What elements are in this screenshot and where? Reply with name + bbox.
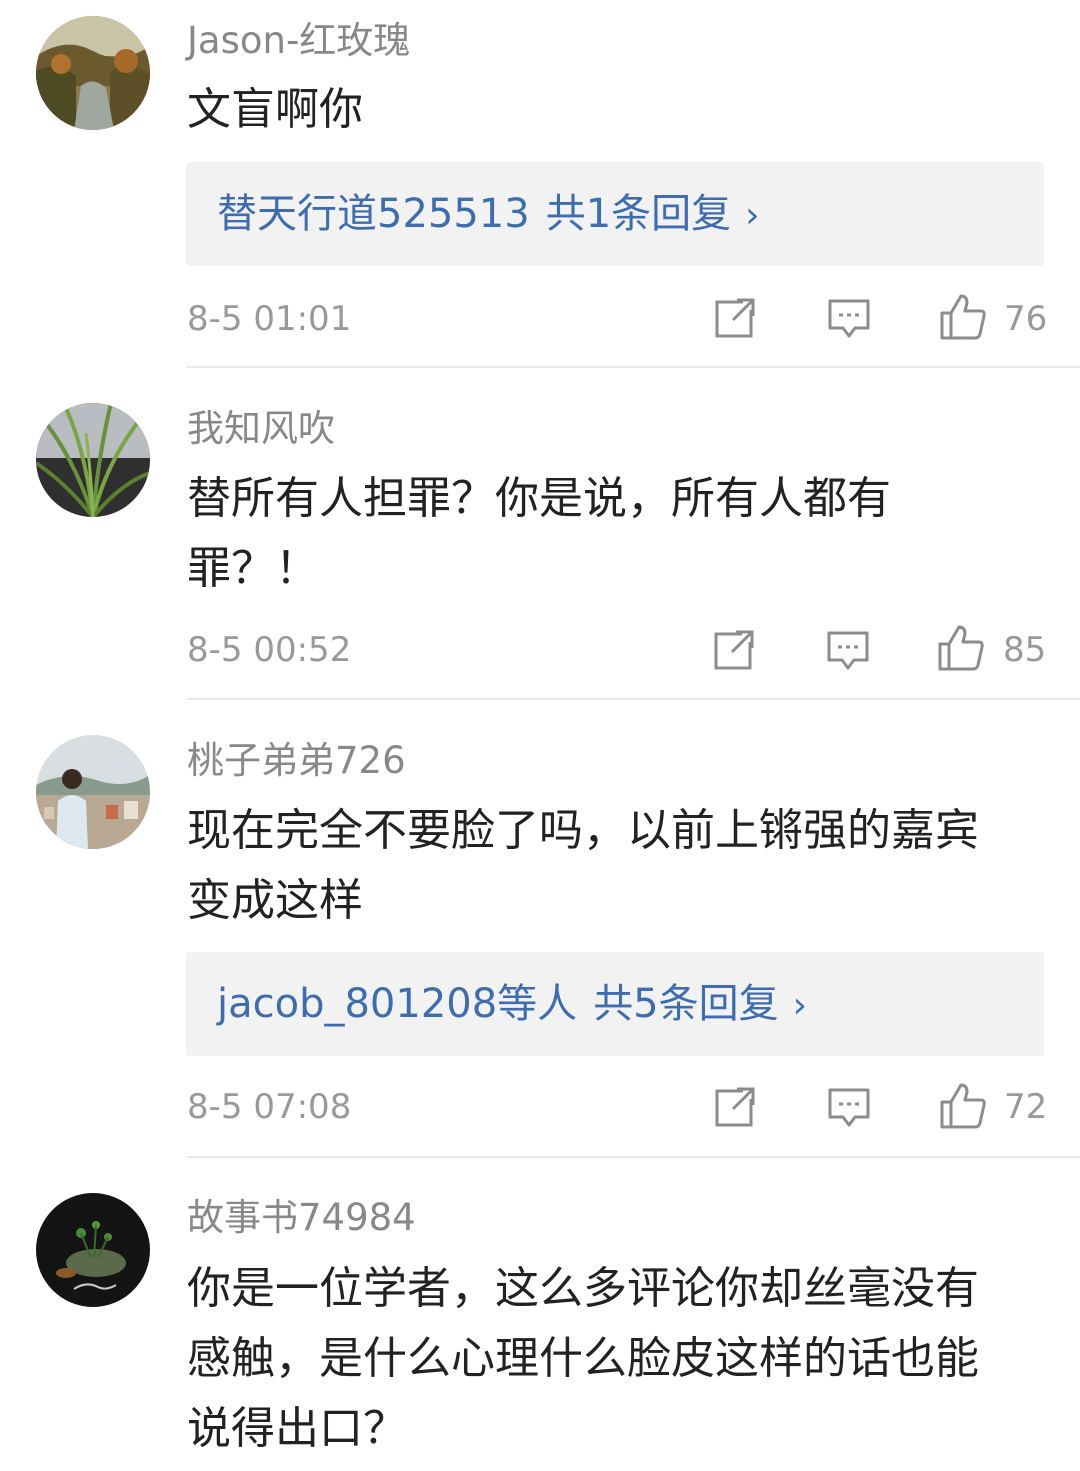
comment-text: 文盲啊你 <box>187 84 363 135</box>
like-button[interactable] <box>939 293 987 341</box>
thumbs-up-icon <box>938 625 984 671</box>
comment-button[interactable] <box>827 1087 871 1129</box>
reply-users: jacob_801208等人 <box>217 981 578 1027</box>
comment-divider <box>187 366 1080 368</box>
like-button[interactable] <box>937 624 985 672</box>
comment-button[interactable] <box>827 298 871 340</box>
username[interactable]: Jason-红玫瑰 <box>187 19 410 63</box>
comment-icon <box>828 1088 870 1127</box>
avatar-still-life-image <box>36 1193 150 1307</box>
avatar-person-city-image <box>36 735 150 849</box>
avatar-landscape-image <box>36 16 150 130</box>
like-button[interactable] <box>939 1082 987 1130</box>
avatar-grass-image <box>36 403 150 517</box>
chevron-right-icon: › <box>792 985 808 1026</box>
share-icon <box>715 1087 755 1127</box>
share-icon <box>714 630 754 670</box>
share-icon <box>715 298 755 338</box>
thumbs-up-icon <box>940 1083 986 1129</box>
avatar[interactable] <box>36 16 150 130</box>
comment-text: 替所有人担罪？你是说，所有人都有罪？！ <box>187 473 891 594</box>
comment-timestamp: 8-5 01:01 <box>187 299 352 339</box>
like-count: 72 <box>1004 1087 1048 1127</box>
reply-preview-box[interactable]: jacob_801208等人 共5条回复 › <box>186 952 1044 1056</box>
username[interactable]: 故事书74984 <box>187 1196 416 1240</box>
reply-preview-box[interactable]: 替天行道525513 共1条回复 › <box>186 162 1044 266</box>
thumbs-up-icon <box>940 294 986 340</box>
avatar[interactable] <box>36 403 150 517</box>
comment-button[interactable] <box>826 630 870 672</box>
comment-icon <box>827 631 869 670</box>
comment-divider <box>187 698 1080 700</box>
comment-text: 你是一位学者，这么多评论你却丝毫没有感触，是什么心理什么脸皮这样的话也能说得出口… <box>187 1263 979 1454</box>
reply-count: 共1条回复 <box>545 191 732 237</box>
comment-timestamp: 8-5 07:08 <box>187 1087 352 1127</box>
like-count: 76 <box>1004 299 1048 339</box>
comment-text: 现在完全不要脸了吗，以前上锵强的嘉宾变成这样 <box>187 805 979 926</box>
avatar[interactable] <box>36 1193 150 1307</box>
avatar[interactable] <box>36 735 150 849</box>
like-count: 85 <box>1003 630 1047 670</box>
chevron-right-icon: › <box>745 195 760 236</box>
comment-divider <box>187 1156 1080 1158</box>
reply-users: 替天行道525513 <box>217 191 530 237</box>
share-button[interactable] <box>712 628 756 672</box>
share-button[interactable] <box>713 296 757 340</box>
reply-preview-link[interactable]: jacob_801208等人 共5条回复 › <box>217 980 807 1030</box>
share-button[interactable] <box>713 1085 757 1129</box>
reply-preview-link[interactable]: 替天行道525513 共1条回复 › <box>217 190 760 240</box>
username[interactable]: 桃子弟弟726 <box>187 739 406 783</box>
comment-timestamp: 8-5 00:52 <box>187 630 352 670</box>
comment-icon <box>828 299 870 338</box>
reply-count: 共5条回复 <box>593 981 779 1027</box>
username[interactable]: 我知风吹 <box>187 407 335 451</box>
